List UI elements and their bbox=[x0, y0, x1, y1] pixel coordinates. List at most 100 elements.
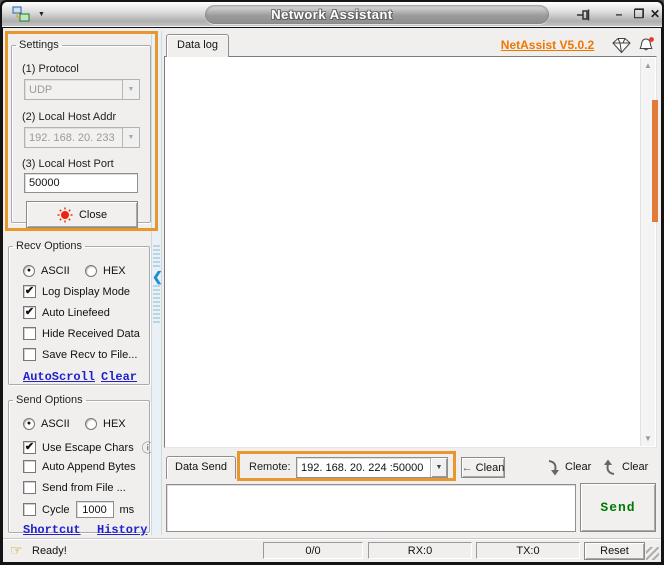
cycle-interval-input[interactable] bbox=[76, 501, 114, 518]
send-from-file-label: Send from File ... bbox=[42, 482, 126, 494]
log-display-mode-label: Log Display Mode bbox=[42, 286, 130, 298]
local-addr-dropdown-icon[interactable]: ▼ bbox=[122, 128, 139, 147]
pin-icon[interactable] bbox=[576, 8, 592, 22]
save-recv-to-file-check-icon bbox=[23, 348, 36, 361]
auto-linefeed-checkbox[interactable]: ✔ Auto Linefeed bbox=[23, 306, 110, 319]
minimize-button[interactable]: – bbox=[610, 6, 628, 24]
tab-data-log[interactable]: Data log bbox=[166, 34, 229, 57]
bell-icon[interactable] bbox=[637, 36, 656, 54]
close-connection-button[interactable]: Close bbox=[26, 201, 138, 228]
send-ascii-radio[interactable]: ● ASCII bbox=[23, 418, 70, 430]
autoscroll-link[interactable]: AutoScroll bbox=[23, 370, 95, 384]
remote-dropdown-icon[interactable]: ▼ bbox=[430, 458, 447, 477]
sidebar-splitter[interactable]: ❮ bbox=[151, 31, 162, 535]
local-port-input[interactable] bbox=[24, 173, 138, 193]
notification-dot bbox=[649, 37, 654, 42]
scrollbar-up-icon[interactable]: ▲ bbox=[641, 61, 655, 70]
right-edge-highlight bbox=[652, 100, 658, 222]
clear-recv-label: Clear bbox=[565, 461, 591, 473]
window-title: Network Assistant bbox=[2, 2, 662, 27]
remote-label: Remote: bbox=[249, 461, 291, 473]
send-data-input[interactable] bbox=[166, 484, 576, 532]
send-hex-radio[interactable]: HEX bbox=[85, 418, 126, 430]
protocol-label: (1) Protocol bbox=[22, 63, 79, 75]
save-recv-to-file-checkbox[interactable]: Save Recv to File... bbox=[23, 348, 137, 361]
netassist-version-link[interactable]: NetAssist V5.0.2 bbox=[500, 38, 595, 52]
tab-data-send[interactable]: Data Send bbox=[166, 456, 236, 479]
settings-group: Settings (1) Protocol UDP ▼ (2) Local Ho… bbox=[11, 39, 151, 223]
send-ascii-radio-icon: ● bbox=[23, 418, 35, 430]
use-escape-chars-check-icon: ✔ bbox=[23, 441, 36, 454]
close-window-button[interactable]: ✕ bbox=[646, 6, 664, 24]
clear-send-button[interactable]: Clear bbox=[603, 457, 648, 477]
send-button-label: Send bbox=[600, 500, 635, 515]
protocol-value: UDP bbox=[25, 84, 122, 96]
local-addr-select[interactable]: 192. 168. 20. 233 ▼ bbox=[24, 127, 140, 148]
recv-hex-radio-icon bbox=[85, 265, 97, 277]
local-port-label: (3) Local Host Port bbox=[22, 158, 114, 170]
clean-button[interactable]: ← Clean bbox=[461, 457, 505, 478]
recv-ascii-radio-icon: ● bbox=[23, 265, 35, 277]
cycle-check-icon bbox=[23, 503, 36, 516]
scrollbar-down-icon[interactable]: ▼ bbox=[641, 434, 655, 443]
clear-send-label: Clear bbox=[622, 461, 648, 473]
collapse-chevron-icon[interactable]: ❮ bbox=[152, 269, 161, 285]
recv-ascii-label: ASCII bbox=[41, 265, 70, 277]
shortcut-link[interactable]: Shortcut bbox=[23, 523, 81, 537]
auto-linefeed-check-icon: ✔ bbox=[23, 306, 36, 319]
hide-received-data-label: Hide Received Data bbox=[42, 328, 140, 340]
recv-hex-radio[interactable]: HEX bbox=[85, 265, 126, 277]
local-addr-label: (2) Local Host Addr bbox=[22, 111, 116, 123]
use-escape-chars-label: Use Escape Chars bbox=[42, 442, 134, 454]
protocol-select[interactable]: UDP ▼ bbox=[24, 79, 140, 100]
recv-options-group: Recv Options ● ASCII HEX ✔ Log Display M… bbox=[8, 240, 150, 385]
packet-count-panel: 0/0 bbox=[263, 542, 363, 559]
history-link[interactable]: History bbox=[97, 523, 147, 537]
left-arrow-icon: ← bbox=[462, 462, 473, 474]
hide-received-data-checkbox[interactable]: Hide Received Data bbox=[23, 327, 140, 340]
cycle-unit-label: ms bbox=[120, 504, 135, 516]
remote-select[interactable]: 192. 168. 20. 224 :50000 ▼ bbox=[296, 457, 448, 478]
pointing-hand-icon: ☞ bbox=[10, 542, 23, 559]
send-options-legend: Send Options bbox=[13, 394, 86, 406]
use-escape-chars-checkbox[interactable]: ✔ Use Escape Chars ⓘ bbox=[23, 439, 154, 456]
status-bar: ☞ Ready! 0/0 RX:0 TX:0 Reset bbox=[3, 538, 661, 562]
cycle-checkbox[interactable]: Cycle ms bbox=[23, 501, 134, 518]
send-options-group: Send Options ● ASCII HEX ✔ Use Escape Ch… bbox=[8, 394, 150, 533]
clear-recv-button[interactable]: Clear bbox=[546, 457, 591, 477]
close-connection-label: Close bbox=[79, 209, 107, 221]
log-display-mode-check-icon: ✔ bbox=[23, 285, 36, 298]
send-ascii-label: ASCII bbox=[41, 418, 70, 430]
protocol-dropdown-icon[interactable]: ▼ bbox=[122, 80, 139, 99]
clean-label: Clean bbox=[476, 462, 505, 474]
send-hex-label: HEX bbox=[103, 418, 126, 430]
rx-count-panel: RX:0 bbox=[368, 542, 472, 559]
send-hex-radio-icon bbox=[85, 418, 97, 430]
send-button[interactable]: Send bbox=[580, 483, 656, 532]
title-bar[interactable]: ▼ Network Assistant – ❒ ✕ bbox=[2, 2, 662, 27]
send-from-file-checkbox[interactable]: Send from File ... bbox=[23, 481, 126, 494]
recv-ascii-radio[interactable]: ● ASCII bbox=[23, 265, 70, 277]
recv-options-legend: Recv Options bbox=[13, 240, 85, 252]
save-recv-to-file-label: Save Recv to File... bbox=[42, 349, 137, 361]
send-from-file-check-icon bbox=[23, 481, 36, 494]
auto-linefeed-label: Auto Linefeed bbox=[42, 307, 110, 319]
cycle-label: Cycle bbox=[42, 504, 70, 516]
data-log-area[interactable]: ▲ ▼ bbox=[164, 56, 657, 448]
splitter-texture bbox=[153, 245, 160, 325]
diamond-icon[interactable] bbox=[611, 37, 632, 54]
hide-received-data-check-icon bbox=[23, 327, 36, 340]
clear-up-arrow-icon bbox=[603, 459, 617, 476]
remote-value: 192. 168. 20. 224 :50000 bbox=[297, 462, 430, 474]
recv-clear-link[interactable]: Clear bbox=[101, 370, 137, 384]
reset-button[interactable]: Reset bbox=[584, 542, 645, 560]
app-window: ▼ Network Assistant – ❒ ✕ Settings (1) P… bbox=[0, 0, 664, 565]
resize-grip[interactable] bbox=[646, 547, 659, 560]
settings-legend: Settings bbox=[16, 39, 62, 51]
connection-status-icon bbox=[57, 207, 73, 223]
auto-append-bytes-checkbox[interactable]: Auto Append Bytes bbox=[23, 460, 136, 473]
local-addr-value: 192. 168. 20. 233 bbox=[25, 132, 122, 144]
status-ready-text: Ready! bbox=[32, 545, 67, 557]
log-display-mode-checkbox[interactable]: ✔ Log Display Mode bbox=[23, 285, 130, 298]
auto-append-bytes-check-icon bbox=[23, 460, 36, 473]
